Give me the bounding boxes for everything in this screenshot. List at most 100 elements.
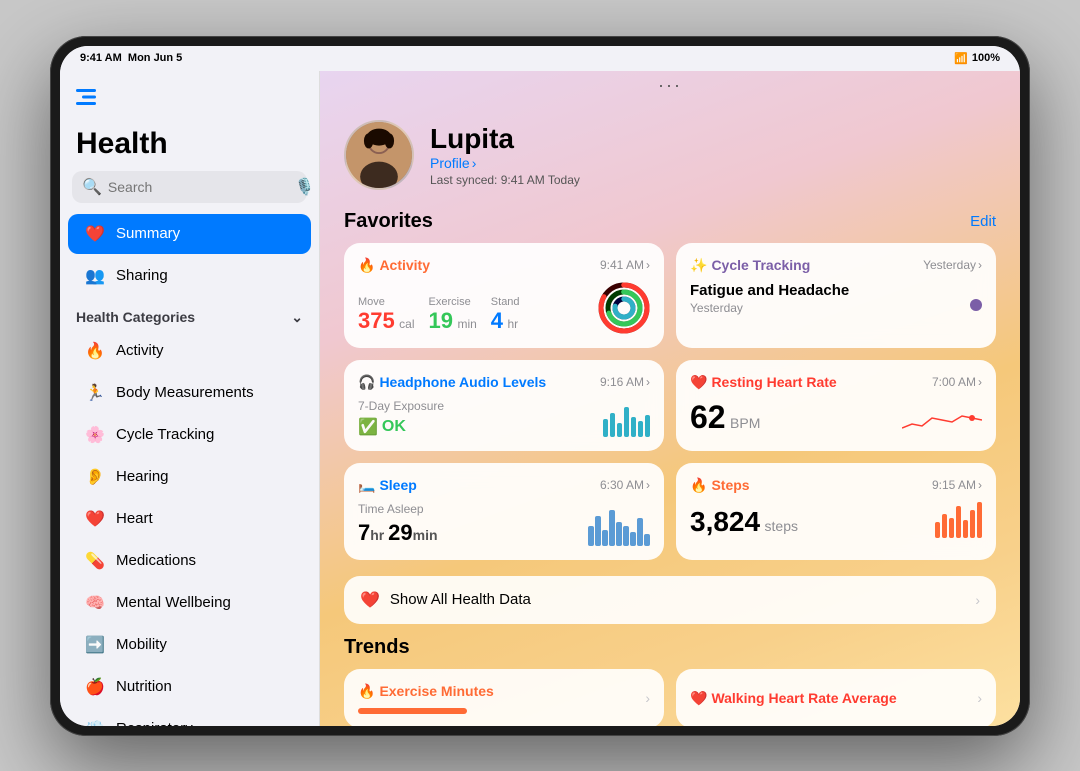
steps-card[interactable]: 🔥 Steps 9:15 AM › 3,824 steps [676,463,996,560]
exercise-value: 19 [429,308,453,333]
show-all-row[interactable]: ❤️ Show All Health Data › [344,576,996,624]
headphone-card[interactable]: 🎧 Headphone Audio Levels 9:16 AM › 7-Day… [344,360,664,451]
three-dots-menu[interactable]: ··· [320,71,1020,100]
cycle-card-body: Fatigue and Headache Yesterday [690,282,982,315]
battery-indicator: 100% [972,52,1000,64]
sidebar-item-summary[interactable]: ❤️ Summary [68,214,311,254]
main-area: ··· [320,71,1020,726]
move-unit: cal [399,317,414,331]
ipad-screen: 9:41 AM Mon Jun 5 📶 100% [60,46,1020,726]
body-measurements-icon: 🏃 [84,382,106,404]
steps-flame-icon: 🔥 [690,477,707,494]
move-label: Move [358,296,415,308]
sidebar-item-cycle-tracking[interactable]: 🌸 Cycle Tracking [68,415,311,455]
sleep-card-header: 🛏️ Sleep 6:30 AM › [358,477,650,494]
status-bar: 9:41 AM Mon Jun 5 📶 100% [60,46,1020,71]
sleep-duration: Time Asleep 7hr 29min [358,502,438,546]
search-bar[interactable]: 🔍 🎙️ [72,171,307,203]
chevron-down-icon[interactable]: ⌄ [291,309,303,326]
sidebar-item-mobility[interactable]: ➡️ Mobility [68,625,311,665]
sidebar-item-respiratory[interactable]: 💨 Respiratory [68,709,311,726]
sleep-bar [630,532,636,546]
heart-rate-value-container: 62 BPM [690,399,760,436]
sidebar-item-body-measurements[interactable]: 🏃 Body Measurements [68,373,311,413]
steps-bar [963,520,968,538]
ok-badge: ✅ OK [358,417,444,437]
sidebar-item-sharing[interactable]: 👥 Sharing [68,256,311,296]
exercise-label: Exercise [429,296,477,308]
trend-exercise-bar [358,708,467,714]
sleep-bar [616,522,622,546]
sidebar-toggle-icon[interactable] [76,87,104,107]
mental-wellbeing-icon: 🧠 [84,592,106,614]
activity-card[interactable]: 🔥 Activity 9:41 AM › Move [344,243,664,348]
sleep-bar [637,518,643,546]
sync-text: Last synced: 9:41 AM Today [430,173,580,187]
chevron-right-icon: › [646,375,650,389]
sleep-bar [588,526,594,546]
sleep-label: Time Asleep [358,502,438,516]
activity-card-header: 🔥 Activity 9:41 AM › [358,257,650,274]
steps-bar [949,518,954,538]
sidebar-item-medications[interactable]: 💊 Medications [68,541,311,581]
cycle-dot [970,299,982,311]
cycle-event-label: Fatigue and Headache [690,282,849,299]
hearing-icon: 👂 [84,466,106,488]
respiratory-icon: 💨 [84,718,106,726]
sleep-chart [588,510,650,546]
heart-rate-value: 62 [690,399,726,435]
sidebar-item-mental-wellbeing[interactable]: 🧠 Mental Wellbeing [68,583,311,623]
cycle-event-date: Yesterday [690,301,849,315]
edit-button[interactable]: Edit [970,213,996,230]
sleep-bar [644,534,650,546]
sleep-bar [623,526,629,546]
chevron-right-icon: › [472,155,477,171]
trend-exercise-card[interactable]: 🔥 Exercise Minutes › [344,669,664,726]
audio-bar [638,421,643,437]
cycle-icon: ✨ [690,257,707,274]
exposure-label: 7-Day Exposure [358,399,444,413]
steps-bar [942,514,947,538]
activity-rings [598,282,650,334]
heart-icon: ❤️ [690,374,707,391]
steps-value-container: 3,824 steps [690,506,798,538]
sidebar-item-hearing[interactable]: 👂 Hearing [68,457,311,497]
heart-rate-card[interactable]: ❤️ Resting Heart Rate 7:00 AM › 62 [676,360,996,451]
medications-icon: 💊 [84,550,106,572]
steps-chart [935,502,982,538]
avatar[interactable] [344,120,414,190]
sidebar-item-activity[interactable]: 🔥 Activity [68,331,311,371]
sleep-time-value: 7hr 29min [358,520,438,546]
search-input[interactable] [108,179,289,195]
steps-card-header: 🔥 Steps 9:15 AM › [690,477,982,494]
exercise-metric: Exercise 19 min [429,296,477,334]
profile-section: Lupita Profile › Last synced: 9:41 AM To… [320,100,1020,206]
cycle-card-title: ✨ Cycle Tracking [690,257,810,274]
audio-bar [645,415,650,437]
sidebar-item-heart[interactable]: ❤️ Heart [68,499,311,539]
profile-link[interactable]: Profile › [430,155,580,171]
activity-card-body: Move 375 cal Exercise 19 [358,282,650,334]
activity-icon: 🔥 [84,340,106,362]
mobility-icon: ➡️ [84,634,106,656]
steps-card-body: 3,824 steps [690,502,982,538]
main-content: Health 🔍 🎙️ ❤️ Summary 👥 Sharing [60,71,1020,726]
sidebar-item-nutrition[interactable]: 🍎 Nutrition [68,667,311,707]
exercise-unit: min [457,317,476,331]
sleep-bar [609,510,615,546]
sleep-card[interactable]: 🛏️ Sleep 6:30 AM › Time Asleep [344,463,664,560]
trends-section: Trends 🔥 Exercise Minutes › [320,636,1020,726]
heart-rate-card-title: ❤️ Resting Heart Rate [690,374,837,391]
chevron-right-icon: › [645,690,650,706]
sleep-icon: 🛏️ [358,477,375,494]
stand-value: 4 [491,308,503,333]
headphone-status: 7-Day Exposure ✅ OK [358,399,444,437]
microphone-icon[interactable]: 🎙️ [295,177,315,197]
audio-bar-chart [603,401,650,437]
audio-bar [631,417,636,437]
sidebar-toolbar [76,87,303,107]
trends-grid: 🔥 Exercise Minutes › ❤️ [344,669,996,726]
trend-heart-rate-card[interactable]: ❤️ Walking Heart Rate Average › [676,669,996,726]
steps-card-title: 🔥 Steps [690,477,750,494]
cycle-tracking-card[interactable]: ✨ Cycle Tracking Yesterday › Fatigue and… [676,243,996,348]
